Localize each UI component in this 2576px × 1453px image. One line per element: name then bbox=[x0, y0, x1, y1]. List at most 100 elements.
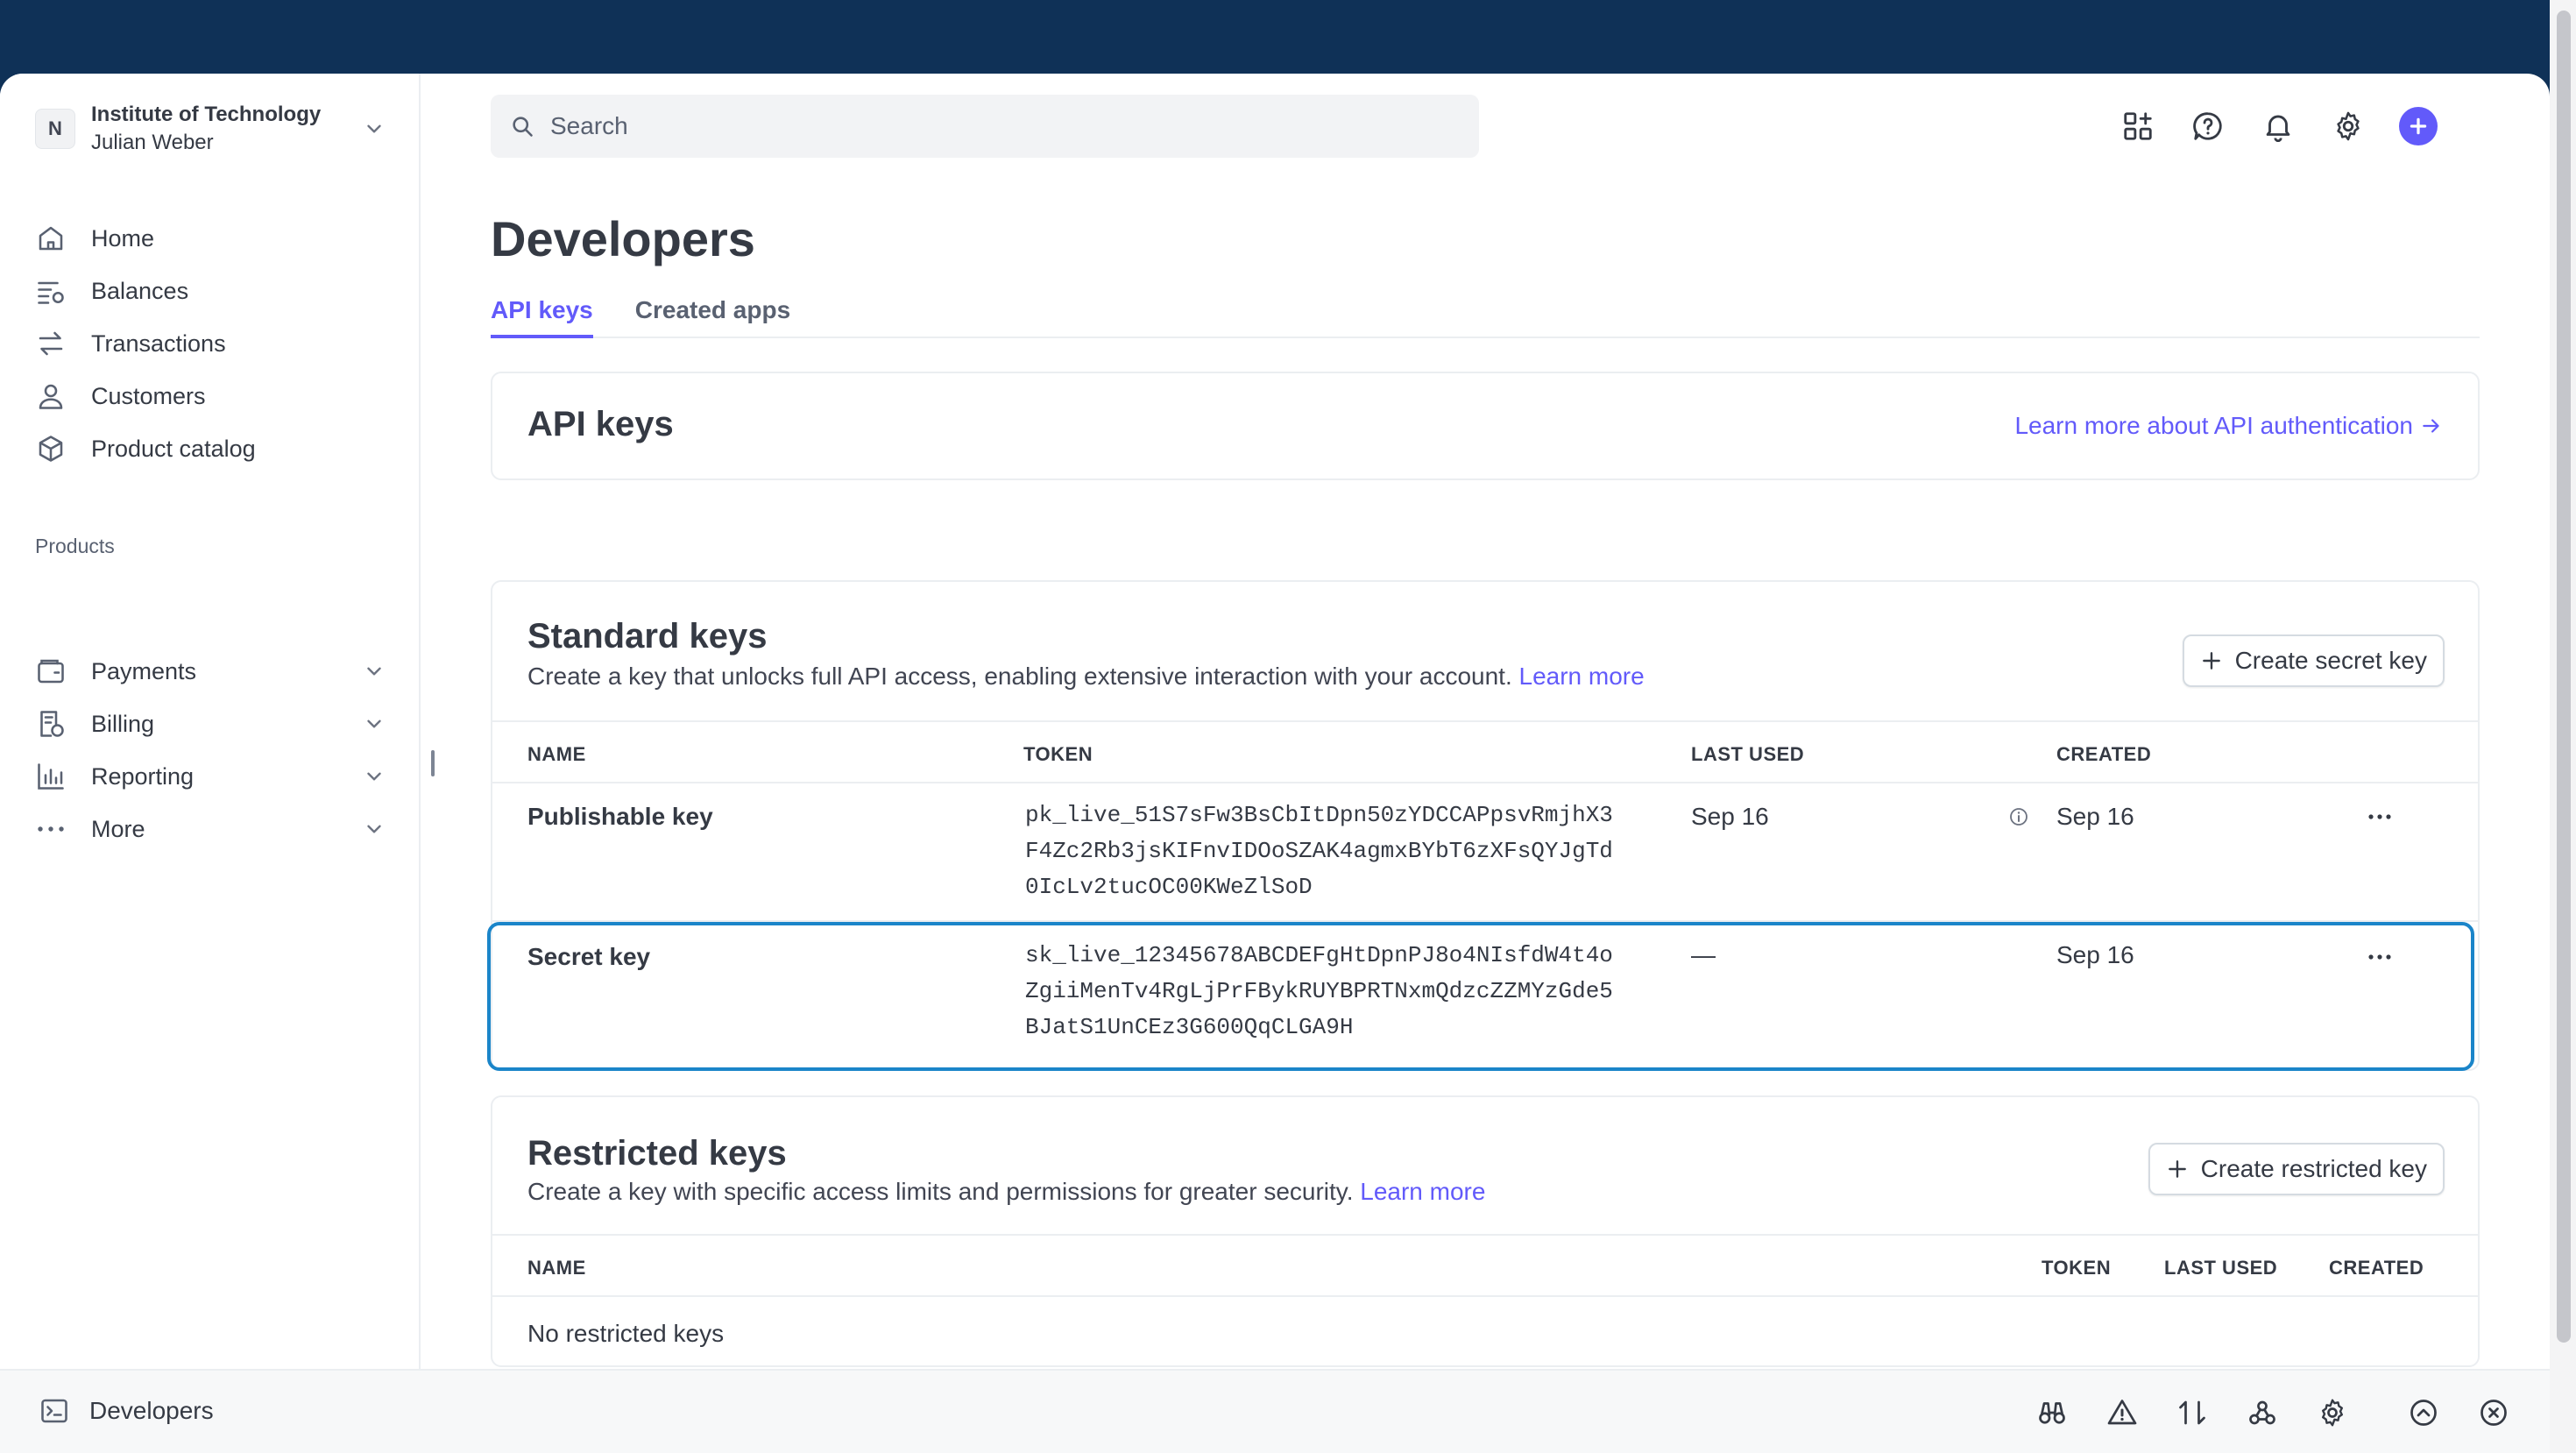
settings-button[interactable] bbox=[2327, 105, 2369, 147]
billing-icon bbox=[40, 711, 64, 737]
sidebar-resize-handle[interactable] bbox=[431, 750, 435, 776]
inspector-button[interactable] bbox=[2033, 1393, 2071, 1432]
webhooks-button[interactable] bbox=[2243, 1393, 2282, 1432]
key-last-used: Sep 16 bbox=[1691, 803, 1769, 830]
sidebar-item-home[interactable]: Home bbox=[35, 212, 386, 265]
customers-icon bbox=[39, 384, 63, 409]
plus-icon bbox=[2168, 1160, 2186, 1178]
create-secret-key-button[interactable]: Create secret key bbox=[2182, 634, 2445, 687]
errors-button[interactable] bbox=[2103, 1393, 2141, 1432]
standard-keys-description: Create a key that unlocks full API acces… bbox=[527, 663, 1645, 690]
plus-circle-icon bbox=[2399, 107, 2438, 145]
tab-created-apps[interactable]: Created apps bbox=[635, 287, 790, 338]
apps-button[interactable] bbox=[2117, 105, 2159, 147]
info-icon[interactable] bbox=[2008, 806, 2029, 827]
sidebar: N Institute of Technology Julian Weber H… bbox=[0, 74, 421, 1369]
column-header-created: CREATED bbox=[2056, 743, 2152, 765]
sidebar-item-label: Balances bbox=[91, 277, 189, 304]
products-section-label: Products bbox=[35, 535, 115, 557]
page-scrollbar[interactable] bbox=[2550, 0, 2576, 1453]
help-icon bbox=[2193, 112, 2222, 140]
webhook-icon bbox=[2249, 1400, 2275, 1425]
developers-toolbar-title[interactable]: Developers bbox=[39, 1395, 214, 1427]
toolbar-settings-button[interactable] bbox=[2313, 1393, 2352, 1432]
create-button[interactable] bbox=[2397, 105, 2439, 147]
sidebar-item-balances[interactable]: Balances bbox=[35, 265, 386, 317]
chevron-down-icon bbox=[367, 667, 381, 676]
selected-row-highlight bbox=[487, 922, 2474, 1071]
binoculars-icon bbox=[2039, 1402, 2065, 1424]
app-window: N Institute of Technology Julian Weber H… bbox=[0, 74, 2550, 1453]
transactions-icon bbox=[39, 331, 63, 356]
tab-api-keys[interactable]: API keys bbox=[491, 287, 593, 338]
restricted-keys-heading: Restricted keys bbox=[527, 1134, 787, 1173]
column-header-name: NAME bbox=[527, 743, 586, 765]
sidebar-item-label: Product catalog bbox=[91, 435, 256, 462]
restricted-keys-description: Create a key with specific access limits… bbox=[527, 1178, 1486, 1205]
column-header-token: TOKEN bbox=[1023, 743, 1093, 765]
product-catalog-icon bbox=[39, 436, 63, 462]
sidebar-item-more[interactable]: More bbox=[35, 803, 386, 855]
expand-toolbar-button[interactable] bbox=[2404, 1393, 2443, 1432]
chevron-down-icon bbox=[367, 124, 381, 133]
top-actions bbox=[2117, 105, 2467, 147]
chevron-down-icon bbox=[367, 772, 381, 781]
gear-icon bbox=[2337, 111, 2360, 141]
plus-icon bbox=[2202, 652, 2220, 670]
sidebar-item-label: Reporting bbox=[91, 762, 195, 790]
apps-add-icon bbox=[2124, 112, 2152, 140]
close-toolbar-button[interactable] bbox=[2474, 1393, 2513, 1432]
column-header-token: TOKEN bbox=[2042, 1257, 2112, 1279]
key-token[interactable]: pk_live_51S7sFw3BsCbItDpn50zYDCCAPpsvRmj… bbox=[1025, 797, 1621, 905]
terminal-icon bbox=[41, 1399, 67, 1423]
api-auth-link[interactable]: Learn more about API authentication bbox=[2014, 412, 2443, 440]
key-created: Sep 16 bbox=[2056, 803, 2134, 830]
standard-keys-heading: Standard keys bbox=[527, 617, 768, 656]
column-header-last-used: LAST USED bbox=[1691, 743, 1805, 765]
page-title: Developers bbox=[491, 211, 755, 266]
restricted-keys-card: Restricted keys Create a key with specif… bbox=[491, 1095, 2480, 1367]
table-row: Publishable key pk_live_51S7sFw3BsCbItDp… bbox=[492, 783, 2478, 922]
standard-learn-more-link[interactable]: Learn more bbox=[1519, 663, 1645, 690]
account-org-name: Institute of Technology bbox=[91, 103, 322, 126]
search-input[interactable] bbox=[550, 112, 1426, 140]
sidebar-item-transactions[interactable]: Transactions bbox=[35, 317, 386, 370]
help-button[interactable] bbox=[2187, 105, 2229, 147]
standard-keys-header: NAME TOKEN LAST USED CREATED bbox=[492, 720, 2478, 783]
sidebar-item-customers[interactable]: Customers bbox=[35, 370, 386, 422]
sidebar-item-label: More bbox=[91, 815, 145, 842]
create-restricted-key-button[interactable]: Create restricted key bbox=[2148, 1143, 2445, 1195]
close-circle-icon bbox=[2480, 1400, 2507, 1426]
more-options-icon[interactable] bbox=[2362, 808, 2397, 826]
sidebar-item-label: Payments bbox=[91, 657, 197, 684]
sidebar-item-billing[interactable]: Billing bbox=[35, 698, 386, 750]
products-nav: Payments Billing Reporting More bbox=[35, 645, 386, 855]
scrollbar-thumb[interactable] bbox=[2557, 11, 2571, 1343]
developers-toolbar: Developers bbox=[0, 1369, 2550, 1453]
notifications-button[interactable] bbox=[2257, 105, 2299, 147]
home-icon bbox=[39, 226, 63, 251]
column-header-created: CREATED bbox=[2329, 1257, 2424, 1279]
account-switcher[interactable]: N Institute of Technology Julian Weber bbox=[35, 100, 386, 158]
sidebar-item-payments[interactable]: Payments bbox=[35, 645, 386, 698]
sidebar-item-label: Customers bbox=[91, 382, 206, 409]
arrows-up-down-icon bbox=[2179, 1400, 2205, 1425]
column-header-name: NAME bbox=[527, 1257, 586, 1279]
sidebar-item-reporting[interactable]: Reporting bbox=[35, 750, 386, 803]
chevron-up-circle-icon bbox=[2410, 1400, 2437, 1426]
column-header-last-used: LAST USED bbox=[2164, 1257, 2278, 1279]
developers-toolbar-actions bbox=[2033, 1393, 2544, 1432]
search-bar[interactable] bbox=[491, 95, 1479, 158]
search-icon bbox=[513, 117, 533, 137]
sidebar-item-label: Billing bbox=[91, 710, 155, 737]
account-avatar: N bbox=[35, 109, 75, 149]
empty-state-text: No restricted keys bbox=[527, 1320, 725, 1347]
sidebar-item-product-catalog[interactable]: Product catalog bbox=[35, 422, 386, 475]
restricted-learn-more-link[interactable]: Learn more bbox=[1360, 1178, 1485, 1205]
api-auth-link-text: Learn more about API authentication bbox=[2014, 412, 2413, 439]
chevron-down-icon bbox=[367, 719, 381, 728]
warning-icon bbox=[2107, 1400, 2137, 1425]
balances-icon bbox=[38, 281, 64, 304]
api-keys-heading: API keys bbox=[527, 405, 674, 443]
api-requests-button[interactable] bbox=[2173, 1393, 2212, 1432]
